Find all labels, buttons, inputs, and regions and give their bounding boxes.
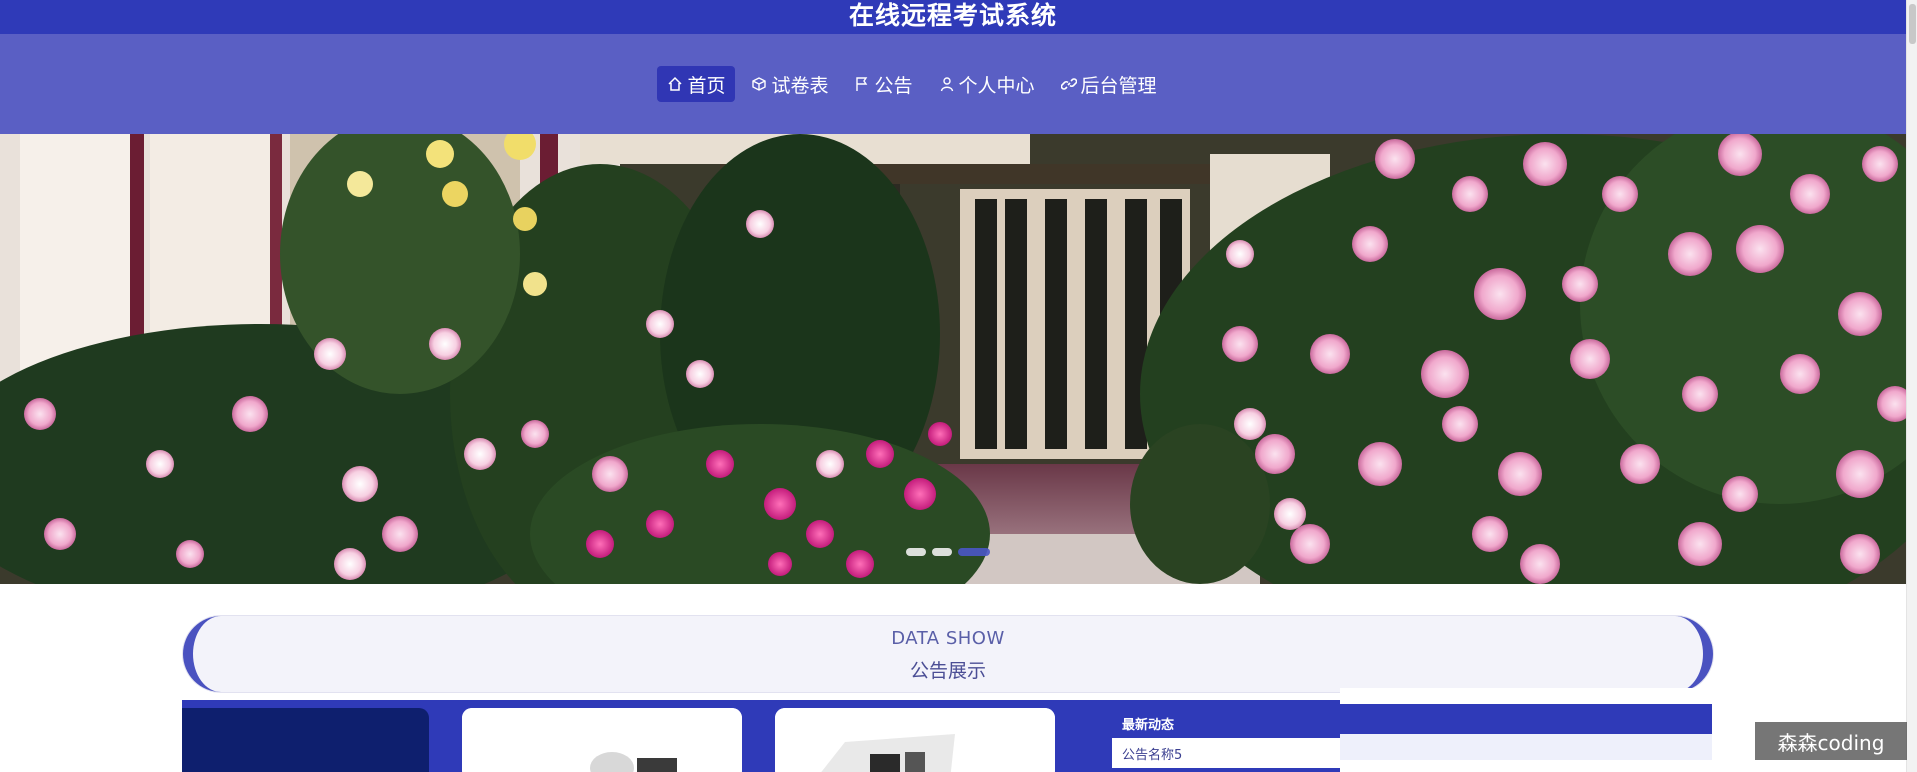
latest-news-title: 最新动态 [1122,718,1175,733]
main-nav: 首页 试卷表 公告 个人中心 后台管理 [0,34,1906,134]
carousel-indicators [906,548,990,556]
nav-item-label: 试卷表 [771,74,829,97]
watermark: 森森coding [1755,722,1907,760]
banner-image [0,134,1906,584]
side-panel-header [1340,704,1712,734]
notice-card[interactable] [775,708,1055,772]
notice-image [775,708,1055,772]
section-title-en: DATA SHOW [891,628,1005,649]
notice-card[interactable] [462,708,742,772]
nav-item-exam-papers[interactable]: 试卷表 [741,66,838,102]
scrollbar-thumb[interactable] [1909,4,1916,44]
nav-item-admin[interactable]: 后台管理 [1051,66,1167,102]
side-panel [1340,688,1712,772]
nav-item-profile[interactable]: 个人中心 [929,66,1045,102]
notice-card[interactable] [182,708,429,772]
carousel-dot[interactable] [932,548,952,556]
nav-item-label: 首页 [687,74,726,97]
site-title: 在线远程考试系统 [848,1,1057,30]
nav-item-notices[interactable]: 公告 [844,66,922,102]
section-title-cn: 公告展示 [909,660,986,682]
nav-item-home[interactable]: 首页 [657,66,736,102]
page-scrollbar[interactable] [1906,0,1917,772]
carousel-dot-active[interactable] [958,548,990,556]
nav-item-label: 公告 [874,74,913,97]
nav-list: 首页 试卷表 公告 个人中心 后台管理 [657,66,1166,102]
link-icon [1060,78,1077,90]
home-icon [668,76,682,91]
notice-image [462,708,742,772]
box-icon [752,77,767,91]
nav-item-label: 后台管理 [1080,74,1157,97]
site-header: 在线远程考试系统 [0,0,1906,34]
flag-icon [856,77,868,91]
nav-item-label: 个人中心 [958,74,1035,97]
banner-carousel[interactable] [0,134,1906,584]
page: 在线远程考试系统 首页 试卷表 公告 个人中心 后台管理 DATA SHOW 公… [0,0,1917,772]
side-panel-row [1340,734,1712,760]
section-header: DATA SHOW 公告展示 [183,616,1713,692]
user-icon [940,77,953,92]
carousel-dot[interactable] [906,548,926,556]
